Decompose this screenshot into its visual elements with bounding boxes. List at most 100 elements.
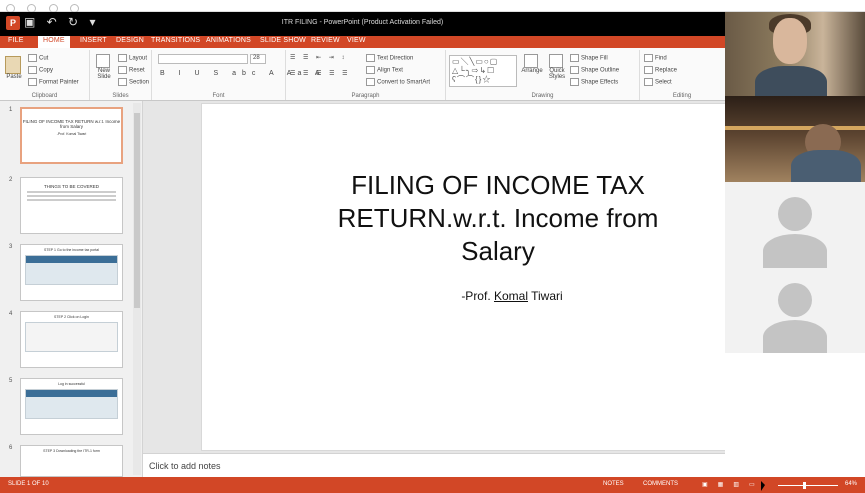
new-slide-icon <box>96 54 110 68</box>
new-slide-button[interactable]: New Slide <box>92 54 116 80</box>
background-shelf <box>725 126 865 130</box>
brush-icon <box>28 78 37 86</box>
scrollbar-thumb[interactable] <box>134 113 140 308</box>
thumbnail-slide-3[interactable]: STEP 1 Go to the income tax portal <box>20 244 123 301</box>
view-buttons[interactable]: ▣▦▥▭ <box>702 481 765 488</box>
slide-indicator: SLIDE 1 OF 10 <box>8 481 49 487</box>
copy-button[interactable]: Copy <box>28 66 53 74</box>
text-direction-icon <box>366 54 375 62</box>
tab-transitions[interactable]: TRANSITIONS <box>151 37 200 44</box>
participant-video-2[interactable] <box>725 96 865 182</box>
participant-video-1[interactable] <box>725 12 865 96</box>
paragraph-group: ☰ ☰ ⇤ ⇥ ↕ ☰ ☰ ☰ ☰ ☰ Text Direction Align… <box>286 50 446 100</box>
thumb-title: Log in successful <box>58 382 85 386</box>
paragraph-label: Paragraph <box>351 93 380 99</box>
thumbnail-slide-6[interactable]: STEP 3 Downloading the ITR-1 form <box>20 445 123 477</box>
replace-button[interactable]: Replace <box>644 66 677 74</box>
thumb-screenshot <box>25 255 118 285</box>
participant-avatar-2[interactable] <box>725 268 865 354</box>
effects-icon <box>570 78 579 86</box>
font-size-field[interactable]: 28 <box>250 54 266 64</box>
thumb-subtitle: -Prof. Komal Tiwari <box>56 132 87 136</box>
list-buttons[interactable]: ☰ ☰ ⇤ ⇥ ↕ <box>290 54 347 61</box>
layout-button[interactable]: Layout <box>118 54 147 62</box>
thumb-screenshot <box>25 322 118 352</box>
tab-review[interactable]: REVIEW <box>311 37 340 44</box>
convert-smartart-button[interactable]: Convert to SmartArt <box>366 78 430 86</box>
arrange-icon <box>524 54 538 68</box>
align-text-button[interactable]: Align Text <box>366 66 403 74</box>
thumbnail-slide-2[interactable]: THINGS TO BE COVERED <box>20 177 123 234</box>
find-button[interactable]: Find <box>644 54 667 62</box>
outline-icon <box>570 66 579 74</box>
shape-fill-button[interactable]: Shape Fill <box>570 54 608 62</box>
video-participants-panel <box>725 12 865 354</box>
thumb-screenshot <box>25 389 118 419</box>
participant-avatar-1[interactable] <box>725 182 865 268</box>
editor-body: 1 FILING OF INCOME TAX RETURN w.r.t. Inc… <box>0 101 783 484</box>
avatar-shoulders-icon <box>763 320 827 354</box>
shape-outline-button[interactable]: Shape Outline <box>570 66 619 74</box>
font-name-field[interactable] <box>158 54 248 64</box>
zoom-level[interactable]: 64% <box>845 481 857 487</box>
align-buttons[interactable]: ☰ ☰ ☰ ☰ ☰ <box>290 70 351 77</box>
format-painter-button[interactable]: Format Painter <box>28 78 79 86</box>
thumb-title: FILING OF INCOME TAX RETURN w.r.t. Incom… <box>22 119 121 129</box>
thumb-title: STEP 2 Click on Login <box>54 315 89 319</box>
empty-panel-area <box>725 353 865 477</box>
comments-button[interactable]: COMMENTS <box>643 481 678 487</box>
notes-placeholder: Click to add notes <box>149 461 221 471</box>
paste-icon <box>5 56 21 74</box>
reset-icon <box>118 66 127 74</box>
thumb-number: 4 <box>9 311 13 317</box>
notes-pane[interactable]: Click to add notes <box>143 453 725 477</box>
thumbnail-slide-1[interactable]: FILING OF INCOME TAX RETURN w.r.t. Incom… <box>20 107 123 164</box>
thumbnail-slide-4[interactable]: STEP 2 Click on Login <box>20 311 123 368</box>
drawing-group: ▭＼╲▭○▢ △└╮⇨↳☐ ʕ⌒⌒{}☆ Arrange Quick Styles … <box>446 50 640 100</box>
binoculars-icon <box>644 54 653 62</box>
tab-home[interactable]: HOME <box>38 36 70 48</box>
arrange-button[interactable]: Arrange <box>520 54 544 74</box>
thumb-title: STEP 1 Go to the income tax portal <box>44 248 99 252</box>
current-slide[interactable]: FILING OF INCOME TAX RETURN.w.r.t. Incom… <box>201 103 783 451</box>
slides-label: Slides <box>112 93 129 99</box>
font-group: 28 B I U S abc A Aa A Font <box>152 50 320 100</box>
section-button[interactable]: Section <box>118 78 149 86</box>
window-title: ITR FILING - PowerPoint (Product Activat… <box>281 19 444 26</box>
thumbnail-slide-5[interactable]: Log in successful <box>20 378 123 435</box>
slide-title[interactable]: FILING OF INCOME TAX RETURN.w.r.t. Incom… <box>300 169 696 268</box>
paste-button[interactable]: Paste <box>4 56 24 80</box>
thumbnail-scrollbar[interactable] <box>133 103 141 475</box>
shape-effects-button[interactable]: Shape Effects <box>570 78 618 86</box>
tab-slide-show[interactable]: SLIDE SHOW <box>260 37 306 44</box>
editing-group: Find Replace Select Editing <box>640 50 724 100</box>
avatar-shoulders-icon <box>763 234 827 268</box>
participant-body <box>755 66 827 96</box>
reset-button[interactable]: Reset <box>118 66 145 74</box>
zoom-slider[interactable] <box>778 485 838 486</box>
avatar-head-icon <box>778 197 812 231</box>
thumb-band <box>26 390 117 397</box>
select-button[interactable]: Select <box>644 78 672 86</box>
thumb-text-line <box>27 191 116 193</box>
quick-styles-button[interactable]: Quick Styles <box>546 54 568 80</box>
zoom-slider-handle[interactable] <box>803 482 806 489</box>
thumb-title: THINGS TO BE COVERED <box>43 184 100 189</box>
smartart-icon <box>366 78 375 86</box>
thumb-number: 6 <box>9 445 13 451</box>
section-icon <box>118 78 127 86</box>
text-direction-button[interactable]: Text Direction <box>366 54 413 62</box>
notes-button[interactable]: NOTES <box>603 481 624 487</box>
tab-design[interactable]: DESIGN <box>116 37 144 44</box>
thumb-number: 1 <box>9 107 13 113</box>
tab-animations[interactable]: ANIMATIONS <box>206 37 251 44</box>
tab-view[interactable]: VIEW <box>347 37 366 44</box>
font-label: Font <box>212 93 225 99</box>
slide-thumbnail-pane[interactable]: 1 FILING OF INCOME TAX RETURN w.r.t. Inc… <box>0 101 143 477</box>
app-window: P ▣ ↶ ↻ ▾ ITR FILING - PowerPoint (Produ… <box>0 0 865 493</box>
shapes-gallery[interactable]: ▭＼╲▭○▢ △└╮⇨↳☐ ʕ⌒⌒{}☆ <box>449 55 517 87</box>
cut-button[interactable]: Cut <box>28 54 48 62</box>
tab-insert[interactable]: INSERT <box>80 37 107 44</box>
tab-file[interactable]: FILE <box>8 37 24 44</box>
slide-subtitle[interactable]: -Prof. Komal Tiwari <box>362 289 662 303</box>
